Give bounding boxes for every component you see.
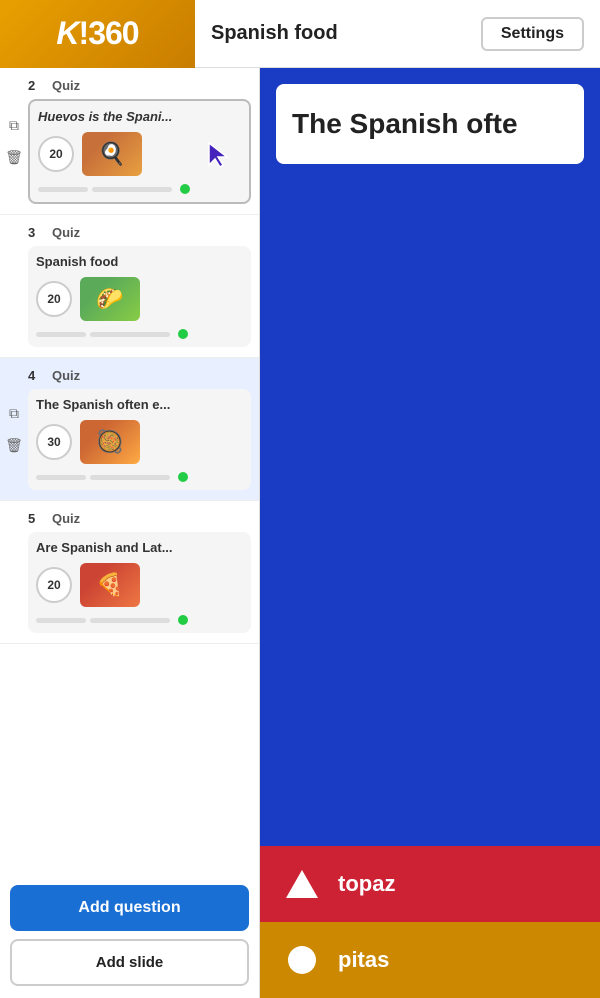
quiz-card-2[interactable]: Huevos is the Spani... 20 🍳 bbox=[28, 99, 251, 204]
thumbnail-emoji-3: 🌮 bbox=[96, 286, 123, 312]
header: K!360 Spanish food Settings bbox=[0, 0, 600, 68]
quiz-card-body-3: 20 🌮 bbox=[36, 277, 243, 321]
quiz-card-4[interactable]: The Spanish often e... 30 🥘 bbox=[28, 389, 251, 490]
quiz-number-5: 5 bbox=[28, 511, 46, 526]
bar-2b bbox=[92, 187, 172, 192]
copy-icon-4[interactable]: ⧉ bbox=[2, 401, 26, 425]
quiz-title-4: The Spanish often e... bbox=[36, 397, 243, 412]
quiz-points-2: 20 bbox=[38, 136, 74, 172]
trash-icon-2[interactable]: 🗑 bbox=[2, 145, 26, 169]
quiz-number-3: 3 bbox=[28, 225, 46, 240]
quiz-item-2-header: 2 Quiz bbox=[28, 78, 251, 93]
answer-option-topaz[interactable]: topaz bbox=[260, 846, 600, 922]
question-box: The Spanish ofte bbox=[276, 84, 584, 164]
dot-3 bbox=[178, 329, 188, 339]
quiz-points-5: 20 bbox=[36, 567, 72, 603]
add-slide-button[interactable]: Add slide bbox=[10, 939, 249, 986]
copy-icon-2[interactable]: ⧉ bbox=[2, 113, 26, 137]
quiz-bars-4 bbox=[36, 472, 243, 482]
quiz-bars-5 bbox=[36, 615, 243, 625]
quiz-title-3: Spanish food bbox=[36, 254, 243, 269]
quiz-thumbnail-5: 🍕 bbox=[80, 563, 140, 607]
quiz-bars-2 bbox=[38, 184, 241, 194]
answer-label-topaz: topaz bbox=[338, 871, 395, 897]
header-center: Spanish food Settings bbox=[195, 17, 600, 51]
quiz-item-5[interactable]: 5 Quiz Are Spanish and Lat... 20 🍕 bbox=[0, 501, 259, 644]
trash-icon-4[interactable]: 🗑 bbox=[2, 433, 26, 457]
quiz-points-4: 30 bbox=[36, 424, 72, 460]
main-content: The Spanish ofte topaz pitas bbox=[260, 68, 600, 998]
quiz-number-2: 2 bbox=[28, 78, 46, 93]
bar-4b bbox=[90, 475, 170, 480]
thumbnail-emoji-2: 🍳 bbox=[98, 141, 125, 167]
bar-2a bbox=[38, 187, 88, 192]
quiz-card-3[interactable]: Spanish food 20 🌮 bbox=[28, 246, 251, 347]
quiz-card-body-4: 30 🥘 bbox=[36, 420, 243, 464]
quiz-item-3[interactable]: 3 Quiz Spanish food 20 🌮 bbox=[0, 215, 259, 358]
bar-5b bbox=[90, 618, 170, 623]
quiz-card-5[interactable]: Are Spanish and Lat... 20 🍕 bbox=[28, 532, 251, 633]
answer-option-pitas[interactable]: pitas bbox=[260, 922, 600, 998]
quiz-item-3-header: 3 Quiz bbox=[28, 225, 251, 240]
quiz-type-2: Quiz bbox=[52, 78, 80, 93]
quiz-title-5: Are Spanish and Lat... bbox=[36, 540, 243, 555]
quiz-item-2[interactable]: ⧉ 🗑 2 Quiz Huevos is the Spani... 20 🍳 bbox=[0, 68, 259, 215]
quiz-thumbnail-2: 🍳 bbox=[82, 132, 142, 176]
sidebar: ⧉ 🗑 2 Quiz Huevos is the Spani... 20 🍳 bbox=[0, 68, 260, 998]
quiz-thumbnail-4: 🥘 bbox=[80, 420, 140, 464]
dot-2 bbox=[180, 184, 190, 194]
logo: K!360 bbox=[56, 15, 138, 52]
add-buttons: Add question Add slide bbox=[0, 873, 259, 998]
quiz-item-4[interactable]: ⧉ 🗑 4 Quiz The Spanish often e... 30 🥘 bbox=[0, 358, 259, 501]
quiz-title-2: Huevos is the Spani... bbox=[38, 109, 241, 124]
quiz-thumbnail-3: 🌮 bbox=[80, 277, 140, 321]
question-text: The Spanish ofte bbox=[292, 108, 518, 140]
main-layout: ⧉ 🗑 2 Quiz Huevos is the Spani... 20 🍳 bbox=[0, 68, 600, 998]
add-question-button[interactable]: Add question bbox=[10, 885, 249, 931]
bar-3b bbox=[90, 332, 170, 337]
quiz-item-4-header: 4 Quiz bbox=[28, 368, 251, 383]
dot-4 bbox=[178, 472, 188, 482]
quiz-card-body-2: 20 🍳 bbox=[38, 132, 241, 176]
thumbnail-emoji-4: 🥘 bbox=[96, 429, 123, 455]
quiz-type-5: Quiz bbox=[52, 511, 80, 526]
quiz-bars-3 bbox=[36, 329, 243, 339]
bar-5a bbox=[36, 618, 86, 623]
thumbnail-emoji-5: 🍕 bbox=[96, 572, 123, 598]
quiz-type-4: Quiz bbox=[52, 368, 80, 383]
bar-3a bbox=[36, 332, 86, 337]
dot-5 bbox=[178, 615, 188, 625]
quiz-card-body-5: 20 🍕 bbox=[36, 563, 243, 607]
quiz-type-3: Quiz bbox=[52, 225, 80, 240]
triangle-icon bbox=[284, 866, 320, 902]
settings-button[interactable]: Settings bbox=[481, 17, 584, 51]
answer-options: topaz pitas bbox=[260, 164, 600, 998]
answer-label-pitas: pitas bbox=[338, 947, 389, 973]
quiz-number-4: 4 bbox=[28, 368, 46, 383]
quiz-points-3: 20 bbox=[36, 281, 72, 317]
quiz-item-5-header: 5 Quiz bbox=[28, 511, 251, 526]
bar-4a bbox=[36, 475, 86, 480]
circle-icon bbox=[284, 942, 320, 978]
logo-area: K!360 bbox=[0, 0, 195, 68]
page-title: Spanish food bbox=[211, 22, 338, 45]
